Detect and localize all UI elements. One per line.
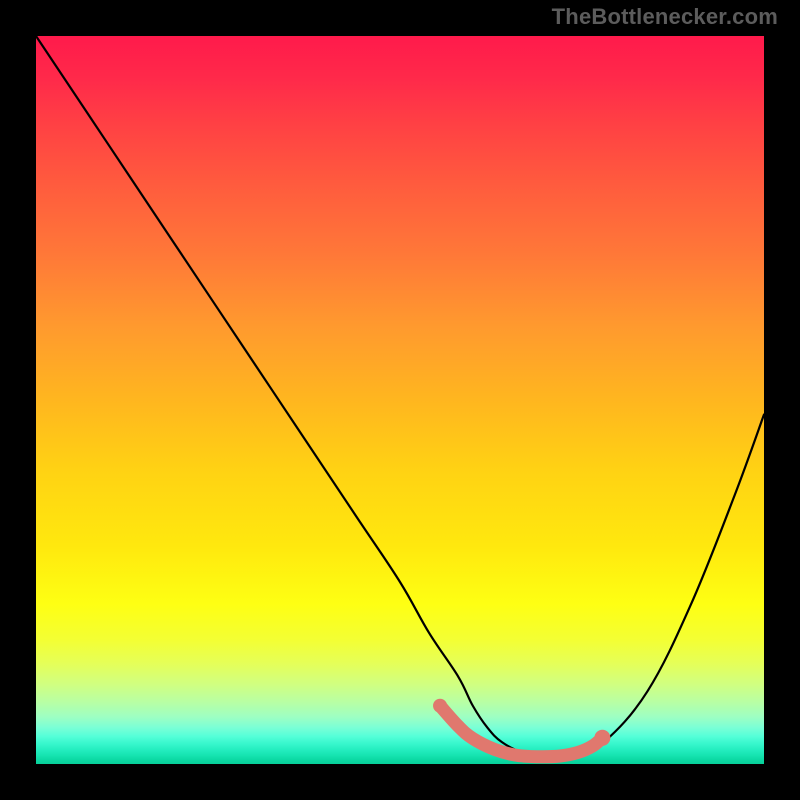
attribution-label: TheBottlenecker.com — [552, 4, 778, 30]
bottleneck-curve — [36, 36, 764, 757]
plot-area — [36, 36, 764, 764]
curve-layer — [36, 36, 764, 764]
optimal-range-line — [440, 706, 602, 757]
optimal-range-endpoint — [594, 730, 610, 746]
optimal-range-highlight — [433, 699, 610, 757]
optimal-range-endpoint — [433, 699, 447, 713]
chart-frame: TheBottlenecker.com — [0, 0, 800, 800]
